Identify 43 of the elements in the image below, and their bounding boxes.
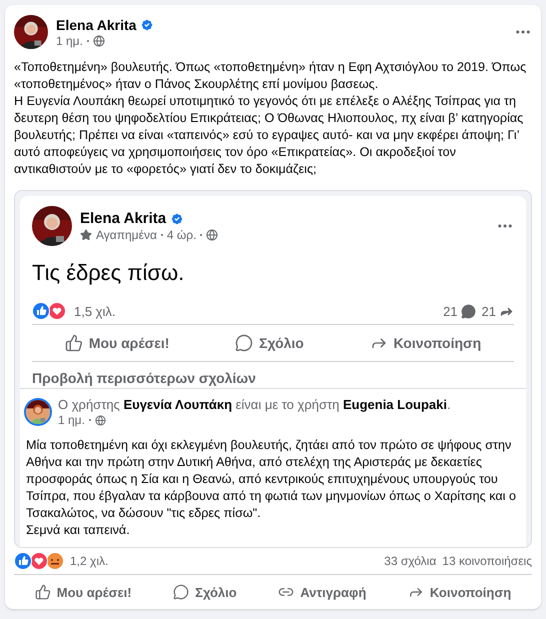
separator-dot — [200, 234, 202, 236]
comment-count[interactable]: 33 σχόλια — [384, 554, 436, 568]
action-button[interactable]: Σχόλιο — [163, 578, 247, 606]
speech-bubble-icon — [460, 304, 476, 318]
speech-bubble-icon — [173, 584, 190, 600]
more-comments-link[interactable]: Προβολή περισσότερων σχολίων — [32, 362, 514, 388]
reaction-icons — [14, 552, 64, 570]
reaction-count[interactable]: 1,5 χιλ. — [74, 304, 116, 318]
action-button[interactable]: Σχόλιο — [225, 328, 314, 358]
thumbs-up-icon — [64, 334, 83, 352]
separator-dot — [86, 40, 89, 42]
action-button[interactable]: Αντιγραφή — [268, 578, 376, 606]
author-name[interactable]: Elena Akrita — [56, 16, 136, 32]
globe-icon — [206, 229, 218, 241]
globe-icon — [92, 34, 105, 46]
reaction-icons — [32, 302, 68, 320]
comment-count[interactable]: 21 — [443, 304, 458, 318]
comment-header: Ο χρήστης Ευγενία Λουπάκη είναι με το χρήστη Eugenia Loupaki. — [58, 397, 452, 412]
audience-label: Αγαπημένα — [96, 228, 157, 242]
action-button[interactable]: Κοινοποίηση — [360, 328, 492, 358]
speech-bubble-icon — [235, 334, 254, 352]
post-text: Τις έδρες πίσω. — [32, 260, 186, 286]
comment-text: Μία τοποθετημένη και όχι εκλεγμένη βουλευτής, ζητάει από τον πρώτο σε ψήφους στην Αθήνα και την πρώτη στην Δυτική Αθήνα, από στελέχη της Αριστεράς με δεκαετίες προσφοράς όπως η Σία και η Θεανώ, από κεντρικούς επιτυχημένους υπουργούς του Τσίπρα, που έβγαλαν τα κάρβουνα από τη φωτιά των μηνμονίων όπως ο Χαρίτσης και ο Τσακαλώτος, να δώσουν "τις εδρες πίσω". — [26, 437, 517, 522]
verified-badge-icon — [170, 212, 184, 226]
separator-dot — [88, 419, 91, 421]
globe-icon — [94, 414, 106, 426]
reaction-count[interactable]: 1,2 χιλ. — [70, 554, 108, 568]
post-text: «Τοποθετημένη» βουλευτής. Όπως «τοποθετημένη» ήταν η Εφη Αχτσιόγλου το 2019. Όπως «τοποθετημένος» ήταν ο Πάνος Σκουρλέτης επί μονίμου βασεως. — [14, 59, 528, 93]
thumbs-up-icon — [34, 584, 51, 600]
post-text: Η Ευγενία Λουπάκη θεωρεί υποτιμητικό το γεγονός ότι με επέλεξε ο Αλέξης Τσίπρας για τη δευτερη θέση του ψηφοδελτίου Επικράτειας; Ο Όθωνας Ηλιοπουλος, πχ είναι β’ κατηγορίας βουλευτής; Πρέπει να είναι «ταπεινός» εσύ το εγραψες αυτό- και να μην εκφέρει άποψη; Γι’ αυτό αποφεύγεις να χρησιμοποιήσεις τον όρο «Επικρατείας». Οι ακροδεξιοί τον αντικαθιστούν με το «φορετός» γιατί δεν το δοκιμάζεις; — [14, 93, 524, 178]
post-time[interactable]: 4 ώρ. — [166, 228, 196, 242]
author-name[interactable]: Elena Akrita — [80, 210, 166, 227]
verified-badge-icon — [140, 18, 154, 32]
comment-text: Σεμνά και ταπεινά. — [26, 522, 131, 539]
star-icon — [80, 229, 92, 241]
action-button[interactable]: Κοινοποίηση — [398, 578, 522, 606]
post-time[interactable]: 1 ημ. — [56, 34, 83, 48]
comment-time[interactable]: 1 ημ. — [58, 413, 85, 427]
action-button[interactable]: Μου αρέσει! — [24, 578, 142, 606]
share-count[interactable]: 21 — [482, 304, 496, 318]
share-count[interactable]: 13 κοινοποιήσεις — [442, 554, 532, 568]
action-button[interactable]: Μου αρέσει! — [54, 328, 180, 358]
separator-dot — [160, 234, 163, 236]
